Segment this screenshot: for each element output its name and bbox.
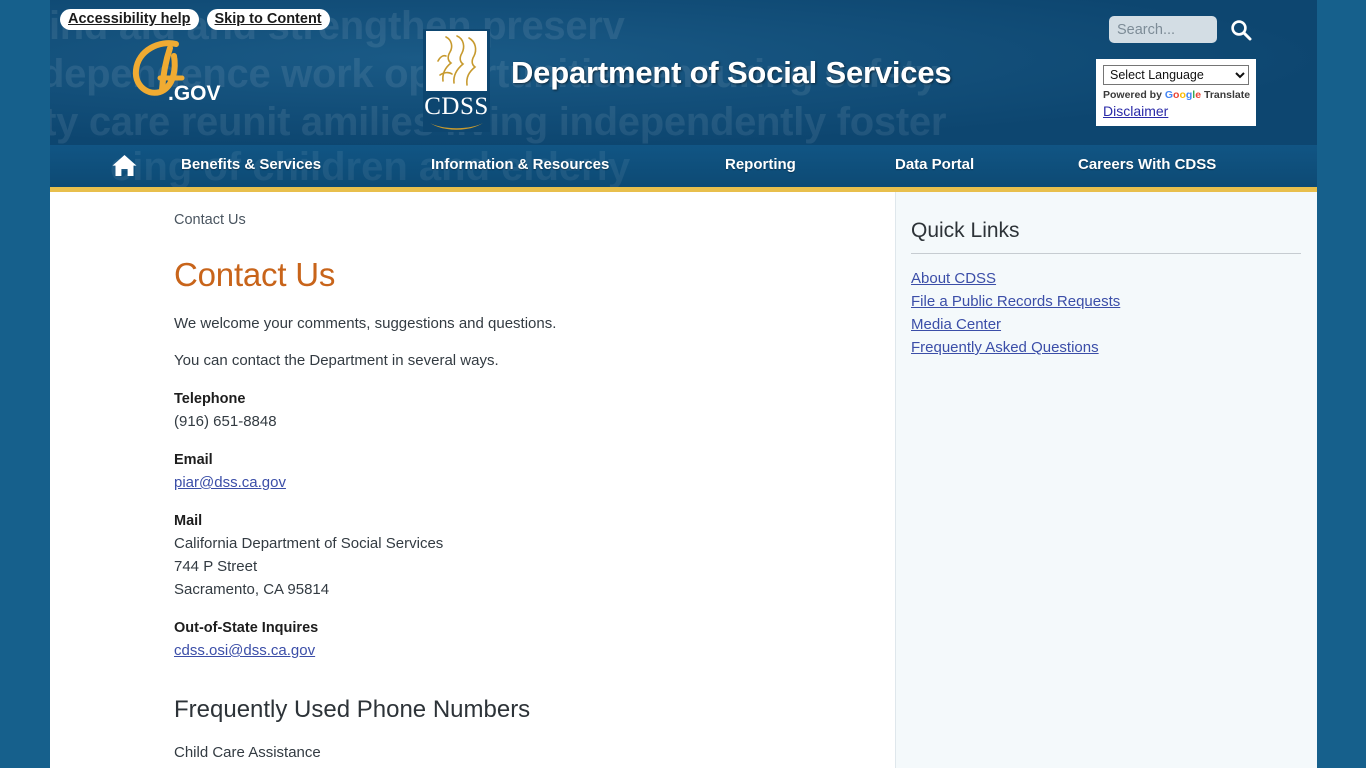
contact-block-out-of-state: Out-of-State Inquires cdss.osi@dss.ca.go… [174,617,895,662]
language-select[interactable]: Select Language [1103,65,1249,85]
breadcrumb: Contact Us [174,212,246,228]
mail-line-3: Sacramento, CA 95814 [174,581,330,598]
accessibility-help-link[interactable]: Accessibility help [60,9,199,30]
nav-item-reporting[interactable]: Reporting [725,156,796,173]
telephone-value: (916) 651-8848 [174,413,277,430]
phone-entry: Child Care Assistance (800) 543-7793 [174,742,895,768]
site-shell: blind aid and strengthen preserv ter ind… [50,0,1317,768]
search-icon [1231,19,1252,40]
home-link[interactable] [111,153,138,178]
site-masthead: blind aid and strengthen preserv ter ind… [50,0,1317,145]
cdss-logo-wordmark: CDSS [424,93,489,120]
powered-by-text: Powered by [1103,89,1162,101]
ca-gov-logo-icon: .GOV [132,40,221,105]
phone-entry-number: (800) 543-7793 [174,764,895,768]
contact-label: Telephone [174,391,246,407]
mail-line-1: California Department of Social Services [174,535,444,552]
nav-item-careers-with-cdss[interactable]: Careers With CDSS [1078,156,1216,173]
skip-links: Accessibility help Skip to Content [60,9,330,30]
nav-item-data-portal[interactable]: Data Portal [895,156,974,173]
email-link[interactable]: piar@dss.ca.gov [174,474,286,491]
disclaimer-link[interactable]: Disclaimer [1103,103,1249,119]
search-area [1109,16,1253,43]
home-icon [112,155,137,176]
contact-block-telephone: Telephone (916) 651-8848 [174,388,895,433]
contact-block-mail: Mail California Department of Social Ser… [174,510,895,601]
svg-text:.GOV: .GOV [168,82,221,105]
main-content: Contact Us Contact Us We welcome your co… [50,192,895,768]
content-columns: Contact Us Contact Us We welcome your co… [50,192,1317,768]
sidebar-link-public-records[interactable]: File a Public Records Requests [911,290,1301,313]
search-input[interactable] [1109,16,1217,43]
sidebar-link-media-center[interactable]: Media Center [911,313,1301,336]
nav-item-information-resources[interactable]: Information & Resources [431,156,609,173]
nav-item-benefits-services[interactable]: Benefits & Services [181,156,321,173]
main-navigation: eing of children and elderly Benefits & … [50,145,1317,187]
site-title: Department of Social Services [511,55,952,90]
ca-gov-logo[interactable]: .GOV [130,38,234,108]
search-button[interactable] [1229,18,1253,42]
contact-label: Out-of-State Inquires [174,620,319,636]
page-root: blind aid and strengthen preserv ter ind… [0,0,1366,768]
contact-label: Mail [174,513,203,529]
skip-to-content-link[interactable]: Skip to Content [206,9,330,30]
mail-line-2: 744 P Street [174,558,258,575]
sidebar: Quick Links About CDSS File a Public Rec… [895,192,1317,768]
intro-paragraph-1: We welcome your comments, suggestions an… [174,315,557,332]
sidebar-link-faq[interactable]: Frequently Asked Questions [911,336,1301,359]
cdss-logo[interactable]: CDSS [423,29,490,132]
powered-by-google-label: Powered by Google Translate [1103,89,1251,101]
google-translate-widget: Select Language Powered by Google Transl… [1096,59,1256,126]
translate-word: Translate [1203,89,1251,101]
intro-paragraph-2: You can contact the Department in severa… [174,352,499,369]
sidebar-link-about-cdss[interactable]: About CDSS [911,267,1301,290]
phone-numbers-section-title: Frequently Used Phone Numbers [174,696,531,723]
phone-entry-name: Child Care Assistance [174,744,321,761]
google-wordmark: Google [1164,89,1202,101]
cdss-logo-faces-icon [426,31,487,91]
sidebar-title: Quick Links [911,219,1301,254]
contact-label: Email [174,452,213,468]
contact-block-email: Email piar@dss.ca.gov [174,449,895,494]
cdss-logo-swoosh-icon [429,118,484,130]
out-of-state-email-link[interactable]: cdss.osi@dss.ca.gov [174,642,315,659]
page-title: Contact Us [174,256,336,293]
